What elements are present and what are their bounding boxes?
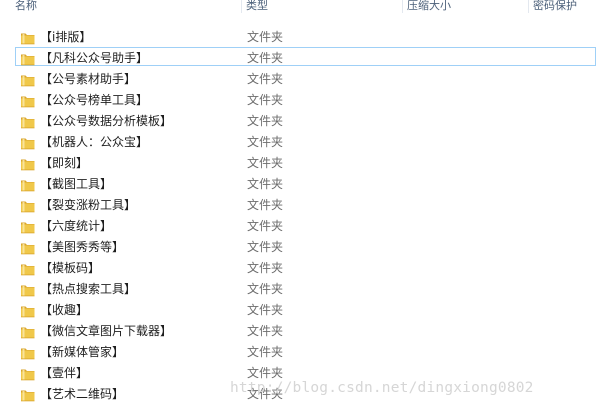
file-name: 【截图工具】: [40, 177, 113, 191]
file-name: 【裂变涨粉工具】: [40, 198, 137, 212]
file-list-row[interactable]: 【收趣】 文件夹: [0, 299, 596, 320]
file-list: 【i排版】 文件夹 【凡科公众号助手】 文件夹 【公号素材助手】 文件夹 【公众号榜单工具】…: [0, 26, 596, 404]
file-list-row[interactable]: 【热点搜索工具】 文件夹: [0, 278, 596, 299]
file-type: 文件夹: [247, 219, 284, 233]
column-header-type[interactable]: 类型: [246, 0, 402, 14]
file-name: 【热点搜索工具】: [40, 282, 137, 296]
folder-icon: [20, 282, 36, 297]
file-list-row[interactable]: 【公众号榜单工具】 文件夹: [0, 89, 596, 110]
file-name: 【公众号榜单工具】: [40, 93, 149, 107]
file-name: 【壹伴】: [40, 366, 89, 380]
folder-icon: [20, 135, 36, 150]
folder-icon: [20, 51, 36, 66]
file-type: 文件夹: [247, 282, 284, 296]
file-type: 文件夹: [247, 345, 284, 359]
folder-icon: [20, 387, 36, 402]
file-type: 文件夹: [247, 135, 284, 149]
folder-icon: [20, 177, 36, 192]
file-list-row[interactable]: 【凡科公众号助手】 文件夹: [0, 47, 596, 68]
file-type: 文件夹: [247, 114, 284, 128]
folder-icon: [20, 219, 36, 234]
file-list-row[interactable]: 【微信文章图片下载器】 文件夹: [0, 320, 596, 341]
file-type: 文件夹: [247, 366, 284, 380]
folder-icon: [20, 72, 36, 87]
folder-icon: [20, 30, 36, 45]
file-name: 【公众号数据分析模板】: [40, 114, 173, 128]
file-type: 文件夹: [247, 303, 284, 317]
file-list-row[interactable]: 【公号素材助手】 文件夹: [0, 68, 596, 89]
folder-icon: [20, 93, 36, 108]
file-name: 【凡科公众号助手】: [40, 51, 149, 65]
file-list-row[interactable]: 【六度统计】 文件夹: [0, 215, 596, 236]
file-type: 文件夹: [247, 177, 284, 191]
column-header: 名称 类型 压缩大小 密码保护: [0, 0, 596, 14]
file-type: 文件夹: [247, 51, 284, 65]
file-list-row[interactable]: 【i排版】 文件夹: [0, 26, 596, 47]
file-name: 【美图秀秀等】: [40, 240, 125, 254]
folder-icon: [20, 324, 36, 339]
watermark-text: http://blog.csdn.net/dingxiong0802: [230, 380, 534, 396]
column-divider[interactable]: [241, 0, 242, 13]
column-divider[interactable]: [402, 0, 403, 13]
file-list-row[interactable]: 【新媒体管家】 文件夹: [0, 341, 596, 362]
folder-icon: [20, 114, 36, 129]
file-type: 文件夹: [247, 324, 284, 338]
column-header-compressed-size[interactable]: 压缩大小: [407, 0, 527, 14]
folder-icon: [20, 366, 36, 381]
file-list-row[interactable]: 【即刻】 文件夹: [0, 152, 596, 173]
file-list-row[interactable]: 【截图工具】 文件夹: [0, 173, 596, 194]
file-name: 【收趣】: [40, 303, 89, 317]
file-type: 文件夹: [247, 72, 284, 86]
column-divider[interactable]: [528, 0, 529, 13]
file-list-row[interactable]: 【美图秀秀等】 文件夹: [0, 236, 596, 257]
file-name: 【机器人：公众宝】: [40, 135, 149, 149]
folder-icon: [20, 156, 36, 171]
file-name: 【公号素材助手】: [40, 72, 137, 86]
folder-icon: [20, 261, 36, 276]
column-header-name[interactable]: 名称: [15, 0, 241, 14]
folder-icon: [20, 345, 36, 360]
file-name: 【艺术二维码】: [40, 387, 125, 401]
file-type: 文件夹: [247, 30, 284, 44]
folder-icon: [20, 240, 36, 255]
column-header-password-protected[interactable]: 密码保护: [533, 0, 596, 14]
file-list-row[interactable]: 【模板码】 文件夹: [0, 257, 596, 278]
file-name: 【新媒体管家】: [40, 345, 125, 359]
file-type: 文件夹: [247, 240, 284, 254]
file-type: 文件夹: [247, 261, 284, 275]
folder-icon: [20, 198, 36, 213]
file-name: 【即刻】: [40, 156, 89, 170]
folder-icon: [20, 303, 36, 318]
file-name: 【六度统计】: [40, 219, 113, 233]
file-list-row[interactable]: 【机器人：公众宝】 文件夹: [0, 131, 596, 152]
file-type: 文件夹: [247, 156, 284, 170]
file-name: 【模板码】: [40, 261, 101, 275]
file-name: 【i排版】: [40, 30, 92, 44]
file-type: 文件夹: [247, 198, 284, 212]
file-list-row[interactable]: 【裂变涨粉工具】 文件夹: [0, 194, 596, 215]
file-name: 【微信文章图片下载器】: [40, 324, 173, 338]
file-list-row[interactable]: 【公众号数据分析模板】 文件夹: [0, 110, 596, 131]
file-type: 文件夹: [247, 93, 284, 107]
